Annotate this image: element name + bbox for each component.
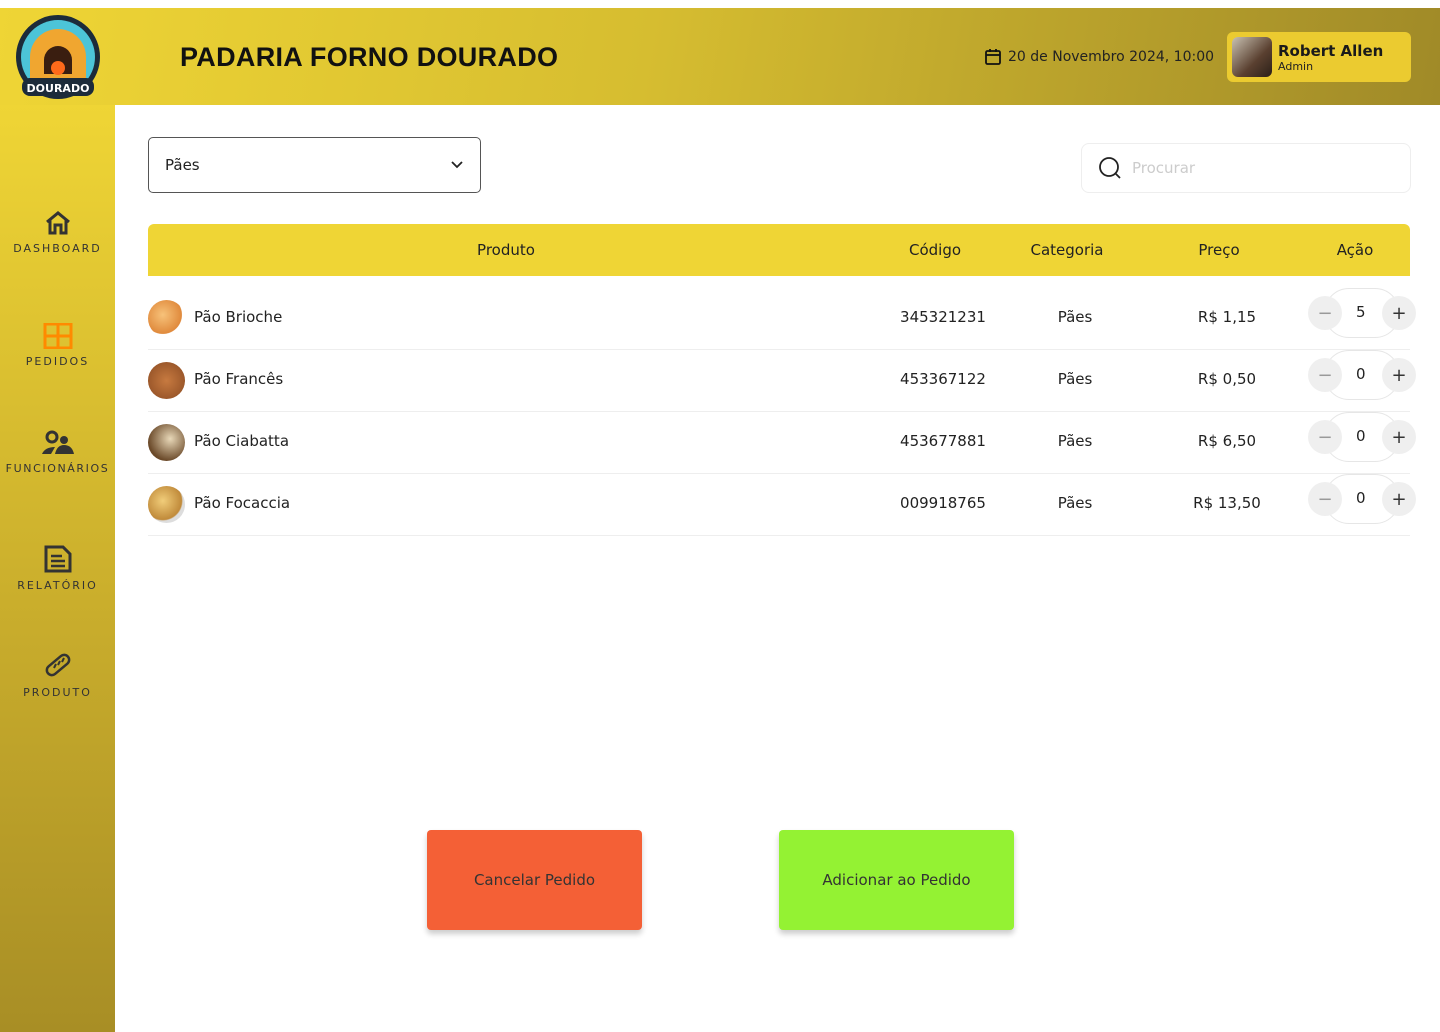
product-price: R$ 6,50 [1197,432,1257,450]
sidebar-item-pedidos[interactable]: PEDIDOS [0,323,115,368]
add-to-order-button[interactable]: Adicionar ao Pedido [779,830,1014,930]
quantity-value: 0 [1356,489,1366,507]
decrement-button[interactable]: − [1308,358,1342,392]
table-row: Pão Ciabatta 453677881 Pães R$ 6,50 − 0 … [148,412,1416,474]
svg-text:DOURADO: DOURADO [27,82,90,95]
user-role: Admin [1278,59,1314,73]
cancel-order-button[interactable]: Cancelar Pedido [427,830,642,930]
increment-button[interactable]: + [1382,358,1416,392]
product-category: Pães [1057,370,1093,388]
decrement-button[interactable]: − [1308,296,1342,330]
sidebar-item-label: PEDIDOS [25,355,90,368]
sidebar-item-label: DASHBOARD [13,242,102,255]
users-icon [41,430,74,454]
search-icon [1099,157,1121,179]
category-select[interactable]: Pães [148,137,481,193]
product-code: 345321231 [900,308,986,326]
sidebar-item-produto[interactable]: PRODUTO [0,650,115,699]
search-box[interactable] [1081,143,1411,193]
quantity-value: 0 [1356,365,1366,383]
user-name: Robert Allen [1278,41,1384,60]
product-category: Pães [1057,494,1093,512]
product-name: Pão Brioche [194,308,283,326]
increment-button[interactable]: + [1382,420,1416,454]
chevron-down-icon [451,161,463,169]
home-icon [45,211,70,235]
col-categoria: Categoria [1030,241,1104,259]
quantity-stepper[interactable]: − 0 + [1308,350,1416,400]
report-icon [44,545,71,573]
product-name: Pão Focaccia [194,494,291,512]
table-header: Produto Código Categoria Preço Ação [148,224,1410,276]
sidebar-item-label: FUNCIONÁRIOS [5,462,110,475]
sidebar-item-label: PRODUTO [23,686,92,699]
product-code: 453677881 [900,432,986,450]
top-header: DOURADO PADARIA FORNO DOURADO 20 de Nove… [0,8,1440,105]
table-row: Pão Focaccia 009918765 Pães R$ 13,50 − 0… [148,474,1416,536]
quantity-stepper[interactable]: − 0 + [1308,412,1416,462]
product-price: R$ 0,50 [1197,370,1257,388]
user-profile[interactable]: Robert Allen Admin [1227,32,1411,82]
grid-icon [43,323,72,349]
decrement-button[interactable]: − [1308,420,1342,454]
sidebar-item-funcionarios[interactable]: FUNCIONÁRIOS [0,430,115,475]
table-row: Pão Brioche 345321231 Pães R$ 1,15 − 5 + [148,288,1416,350]
sidebar-item-relatorio[interactable]: RELATÓRIO [0,545,115,592]
col-acao: Ação [1336,241,1374,259]
quantity-value: 0 [1356,427,1366,445]
category-select-value: Pães [165,156,200,174]
logo: DOURADO [12,12,104,102]
col-preco: Preço [1198,241,1240,259]
calendar-icon [985,49,1001,65]
sidebar: DASHBOARD PEDIDOS FUNCIONÁRIOS RELATÓRIO… [0,105,115,1032]
quantity-value: 5 [1356,303,1366,321]
quantity-stepper[interactable]: − 5 + [1308,288,1416,338]
quantity-stepper[interactable]: − 0 + [1308,474,1416,524]
product-image [148,486,185,523]
col-codigo: Código [908,241,962,259]
product-image [148,362,185,399]
table-row: Pão Francês 453367122 Pães R$ 0,50 − 0 + [148,350,1416,412]
decrement-button[interactable]: − [1308,482,1342,516]
avatar [1232,37,1272,77]
product-name: Pão Francês [194,370,284,388]
product-price: R$ 1,15 [1197,308,1257,326]
sidebar-item-label: RELATÓRIO [17,579,98,592]
product-image [148,424,185,461]
product-code: 453367122 [900,370,986,388]
product-name: Pão Ciabatta [194,432,290,450]
increment-button[interactable]: + [1382,482,1416,516]
bread-icon [45,653,70,677]
sidebar-item-dashboard[interactable]: DASHBOARD [0,210,115,255]
product-image [148,300,185,337]
datetime-text: 20 de Novembro 2024, 10:00 [1008,49,1215,65]
product-price: R$ 13,50 [1193,494,1261,512]
product-category: Pães [1057,432,1093,450]
product-category: Pães [1057,308,1093,326]
increment-button[interactable]: + [1382,296,1416,330]
col-produto: Produto [477,241,535,259]
app-title: PADARIA FORNO DOURADO [180,42,559,72]
search-input[interactable] [1132,159,1382,177]
product-code: 009918765 [900,494,986,512]
datetime: 20 de Novembro 2024, 10:00 [984,48,1214,66]
